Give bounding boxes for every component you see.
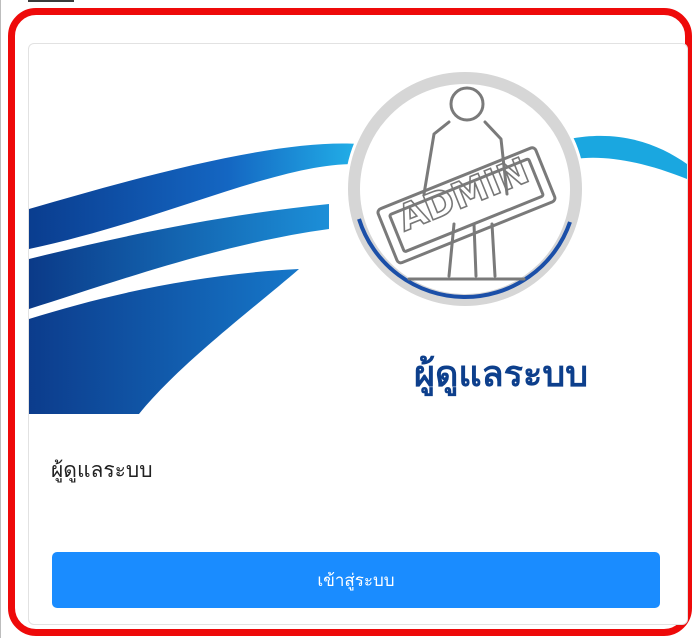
login-button[interactable]: เข้าสู่ระบบ	[52, 552, 660, 608]
card-title: ผู้ดูแลระบบ	[51, 458, 153, 482]
banner-caption: ผู้ดูแลระบบ	[414, 354, 588, 397]
top-tab-indicator	[28, 0, 74, 2]
admin-card: ADMIN ผู้ดูแลระบบ ผู้ดูแลระบบ เข้าสู่ระบ…	[28, 43, 688, 625]
admin-banner-image: ADMIN ผู้ดูแลระบบ	[29, 69, 687, 414]
page-left-edge	[0, 0, 1, 638]
